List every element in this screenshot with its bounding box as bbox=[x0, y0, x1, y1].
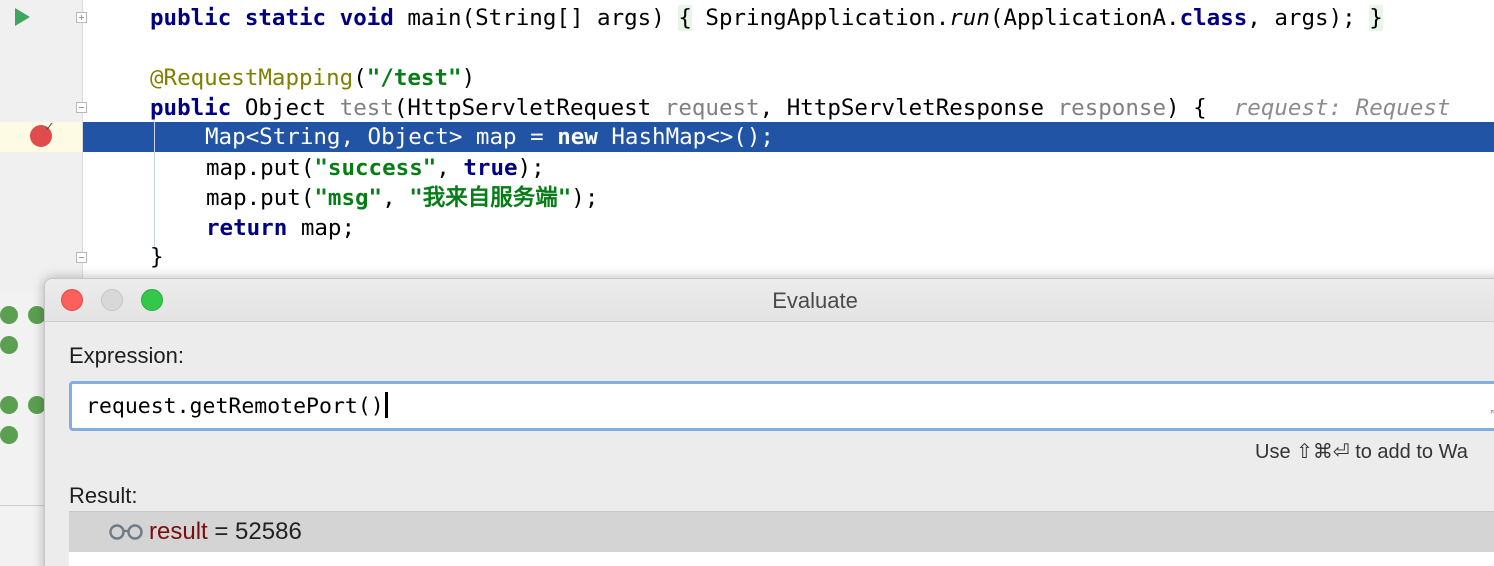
dialog-title: Evaluate bbox=[772, 288, 858, 313]
code-text: map; bbox=[287, 215, 356, 241]
text-caret bbox=[384, 392, 388, 418]
code-line-put-msg[interactable]: map.put("msg", "我来自服务端"); bbox=[206, 183, 598, 213]
code-text: (HttpServletRequest bbox=[393, 95, 665, 121]
annotation: @RequestMapping bbox=[150, 65, 354, 91]
brace: } bbox=[1369, 5, 1383, 31]
code-text: SpringApplication. bbox=[691, 5, 950, 31]
evaluate-dialog: Evaluate Expression: request.getRemotePo… bbox=[44, 278, 1494, 566]
code-text: ( bbox=[353, 65, 367, 91]
fold-expand-icon[interactable] bbox=[76, 12, 87, 23]
expression-value: request.getRemotePort() bbox=[86, 394, 384, 419]
run-icon[interactable] bbox=[15, 8, 30, 26]
brace: { bbox=[678, 5, 692, 31]
result-text: result = 52586 bbox=[149, 518, 302, 546]
string-literal: "我来自服务端" bbox=[409, 185, 572, 211]
expression-label: Expression: bbox=[69, 343, 184, 368]
code-text: (ApplicationA. bbox=[989, 5, 1180, 31]
add-to-watches-hint: Use ⇧⌘⏎ to add to Wa bbox=[1255, 441, 1468, 463]
code-line-put-success[interactable]: map.put("success", true); bbox=[206, 153, 545, 183]
code-line-close-brace[interactable]: } bbox=[150, 242, 164, 272]
code-text: ); bbox=[571, 185, 599, 211]
keyword: return bbox=[206, 215, 288, 241]
code-line-current[interactable]: Map<String, Object> map = new HashMap<>(… bbox=[205, 122, 774, 152]
debug-forward-icon[interactable] bbox=[0, 426, 18, 444]
code-text: Map<String, Object> map = bbox=[205, 124, 558, 150]
fold-collapse-icon[interactable] bbox=[76, 102, 87, 113]
code-text-static-call: run bbox=[949, 5, 990, 31]
expand-icon[interactable]: ⤡ bbox=[1490, 406, 1494, 424]
result-label: Result: bbox=[69, 483, 138, 508]
keyword: public static void bbox=[150, 5, 394, 31]
code-text: } bbox=[150, 244, 164, 270]
inline-debug-hint: request: Request bbox=[1233, 95, 1451, 121]
keyword: new bbox=[557, 124, 598, 150]
debug-restore-icon[interactable] bbox=[0, 396, 18, 414]
result-equals: = bbox=[207, 518, 236, 545]
result-tree[interactable]: result = 52586 bbox=[69, 511, 1494, 566]
parameter: response bbox=[1057, 95, 1166, 121]
debug-forward-icon[interactable] bbox=[0, 336, 18, 354]
code-text: , bbox=[382, 185, 410, 211]
parameter: request bbox=[664, 95, 760, 121]
debug-restore-icon[interactable] bbox=[0, 306, 18, 324]
code-text: ) { bbox=[1166, 95, 1234, 121]
code-line-return[interactable]: return map; bbox=[206, 213, 355, 243]
keyword: public bbox=[150, 95, 232, 121]
result-name: result bbox=[149, 518, 208, 545]
code-text: ); bbox=[517, 155, 545, 181]
code-line-main[interactable]: public static void main(String[] args) {… bbox=[150, 3, 1383, 33]
code-text: , bbox=[436, 155, 464, 181]
breakpoint-check-icon: ✓ bbox=[44, 120, 55, 135]
expression-text: request.getRemotePort() bbox=[86, 392, 388, 419]
result-value: 52586 bbox=[235, 518, 302, 545]
code-text: main(String[] args) bbox=[393, 5, 679, 31]
code-line-annotation[interactable]: @RequestMapping("/test") bbox=[150, 63, 475, 93]
glasses-icon bbox=[109, 524, 143, 540]
code-line-method-signature[interactable]: public Object test(HttpServletRequest re… bbox=[150, 93, 1450, 123]
code-text: Object bbox=[231, 95, 340, 121]
tool-strip-divider bbox=[0, 505, 44, 506]
result-row[interactable]: result = 52586 bbox=[69, 512, 1494, 552]
code-text: , HttpServletResponse bbox=[759, 95, 1058, 121]
string-literal: "success" bbox=[314, 155, 437, 181]
fold-end-icon[interactable] bbox=[76, 252, 87, 263]
ide-window: ✓ public static void main(String[] args)… bbox=[0, 0, 1494, 566]
code-text: ) bbox=[461, 65, 476, 91]
execution-line-highlight: Map<String, Object> map = new HashMap<>(… bbox=[83, 122, 1494, 152]
expression-input[interactable]: request.getRemotePort() ⤡ bbox=[69, 381, 1494, 431]
dialog-titlebar[interactable]: Evaluate bbox=[45, 279, 1494, 322]
string-literal: "msg" bbox=[314, 185, 383, 211]
code-text: map.put( bbox=[206, 185, 315, 211]
string-literal: "/test" bbox=[366, 65, 462, 91]
code-text: map.put( bbox=[206, 155, 315, 181]
code-text: HashMap<>(); bbox=[597, 124, 774, 150]
method-name: test bbox=[339, 95, 394, 121]
code-text: , args); bbox=[1247, 5, 1370, 31]
keyword: true bbox=[463, 155, 518, 181]
indent-guide bbox=[154, 122, 155, 248]
keyword: class bbox=[1179, 5, 1248, 31]
